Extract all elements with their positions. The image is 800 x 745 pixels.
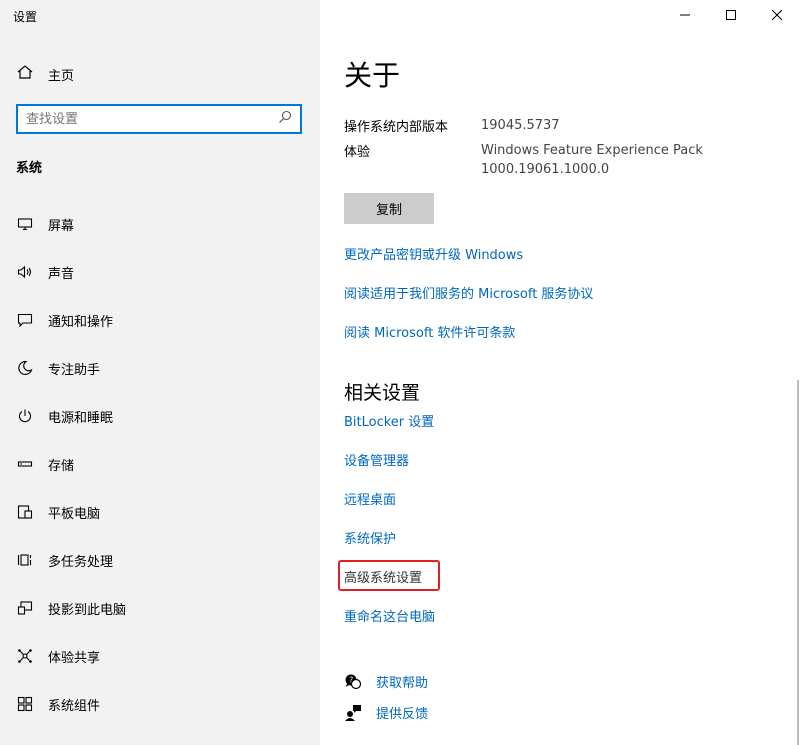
sidebar-item-label: 存储 [48, 458, 75, 474]
link-give-feedback[interactable]: 提供反馈 [376, 703, 428, 722]
svg-text:?: ? [349, 675, 353, 684]
close-icon [771, 9, 783, 24]
page-title: 关于 [344, 59, 401, 92]
get-help-row[interactable]: ? 获取帮助 [344, 672, 428, 691]
sidebar-item-notifications[interactable]: 通知和操作 [0, 296, 320, 344]
search-box[interactable] [16, 104, 302, 134]
link-change-product-key[interactable]: 更改产品密钥或升级 Windows [344, 244, 523, 263]
sidebar-item-system-components[interactable]: 系统组件 [0, 680, 320, 728]
sidebar-item-label: 屏幕 [48, 218, 75, 234]
link-license-terms[interactable]: 阅读 Microsoft 软件许可条款 [344, 322, 515, 341]
sidebar-item-project[interactable]: 投影到此电脑 [0, 584, 320, 632]
sidebar: 设置 主页 系统 屏幕 声音 通知和操作 [0, 0, 320, 745]
minimize-icon [680, 9, 690, 24]
link-service-agreement[interactable]: 阅读适用于我们服务的 Microsoft 服务协议 [344, 283, 593, 302]
link-advanced-system-settings[interactable]: 高级系统设置 [344, 567, 422, 586]
power-icon [16, 407, 34, 425]
spec-value: 2024/11/15 [481, 93, 556, 108]
sidebar-item-storage[interactable]: 存储 [0, 440, 320, 488]
link-bitlocker[interactable]: BitLocker 设置 [344, 411, 434, 430]
search-icon[interactable] [278, 110, 292, 128]
link-get-help[interactable]: 获取帮助 [376, 672, 428, 691]
sidebar-item-label: 系统组件 [48, 698, 101, 714]
link-remote-desktop[interactable]: 远程桌面 [344, 489, 396, 508]
copy-button[interactable]: 复制 [344, 193, 434, 224]
feedback-person-icon [344, 704, 362, 722]
sidebar-item-label: 电源和睡眠 [48, 410, 114, 426]
sidebar-item-tablet[interactable]: 平板电脑 [0, 488, 320, 536]
sidebar-item-label: 平板电脑 [48, 506, 101, 522]
sidebar-item-sound[interactable]: 声音 [0, 248, 320, 296]
sidebar-nav: 屏幕 声音 通知和操作 专注助手 电源和睡眠 存储 平板电脑 多任务处理 投影到… [0, 200, 320, 728]
maximize-button[interactable] [708, 0, 754, 32]
sidebar-section-system: 系统 [16, 161, 43, 176]
monitor-icon [16, 215, 34, 233]
home-icon [16, 63, 34, 85]
sidebar-item-label: 投影到此电脑 [48, 602, 127, 618]
project-icon [16, 599, 34, 617]
help-chat-icon: ? [344, 673, 362, 691]
close-button[interactable] [754, 0, 800, 32]
sidebar-item-label: 通知和操作 [48, 314, 114, 330]
main-content: 关于 安装日期 2024/11/15 操作系统内部版本 19045.5737 体… [320, 0, 800, 745]
sidebar-item-multitasking[interactable]: 多任务处理 [0, 536, 320, 584]
storage-icon [16, 455, 34, 473]
sidebar-item-label: 专注助手 [48, 362, 101, 378]
link-device-manager[interactable]: 设备管理器 [344, 450, 409, 469]
maximize-icon [726, 9, 736, 24]
scrollbar[interactable] [797, 380, 799, 745]
sidebar-item-power[interactable]: 电源和睡眠 [0, 392, 320, 440]
search-input[interactable] [26, 111, 266, 127]
sidebar-item-shared-experiences[interactable]: 体验共享 [0, 632, 320, 680]
link-rename-pc[interactable]: 重命名这台电脑 [344, 606, 435, 625]
moon-icon [16, 359, 34, 377]
sidebar-item-focus-assist[interactable]: 专注助手 [0, 344, 320, 392]
tablet-icon [16, 503, 34, 521]
related-settings-title: 相关设置 [344, 382, 421, 404]
multitask-icon [16, 551, 34, 569]
spec-key: 体验 [344, 145, 371, 160]
window-controls [662, 0, 800, 32]
sidebar-item-label: 体验共享 [48, 650, 101, 666]
sidebar-item-label: 多任务处理 [48, 554, 114, 570]
sidebar-home[interactable]: 主页 [16, 63, 74, 85]
feedback-row[interactable]: 提供反馈 [344, 703, 428, 722]
sidebar-home-label: 主页 [48, 68, 75, 84]
spec-value: 19045.5737 [481, 118, 560, 133]
components-icon [16, 695, 34, 713]
minimize-button[interactable] [662, 0, 708, 32]
share-icon [16, 647, 34, 665]
notification-icon [16, 311, 34, 329]
sidebar-item-label: 声音 [48, 266, 75, 282]
speaker-icon [16, 263, 34, 281]
link-system-protection[interactable]: 系统保护 [344, 528, 396, 547]
spec-key: 操作系统内部版本 [344, 120, 449, 135]
spec-value-2: 1000.19061.1000.0 [481, 162, 610, 177]
window-title: 设置 [13, 10, 38, 24]
sidebar-item-display[interactable]: 屏幕 [0, 200, 320, 248]
spec-value: Windows Feature Experience Pack [481, 143, 703, 158]
